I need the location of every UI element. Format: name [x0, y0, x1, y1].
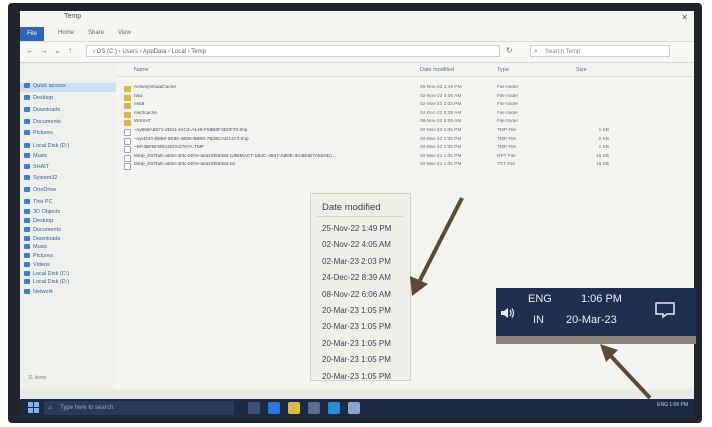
arrow-to-date-column	[410, 197, 464, 296]
photo-frame: Temp ✕ File Home Share View ← → ⌄ ↑ › OS…	[0, 0, 712, 427]
annotation-arrows	[410, 197, 652, 400]
arrow-to-taskbar-clock	[600, 344, 652, 400]
